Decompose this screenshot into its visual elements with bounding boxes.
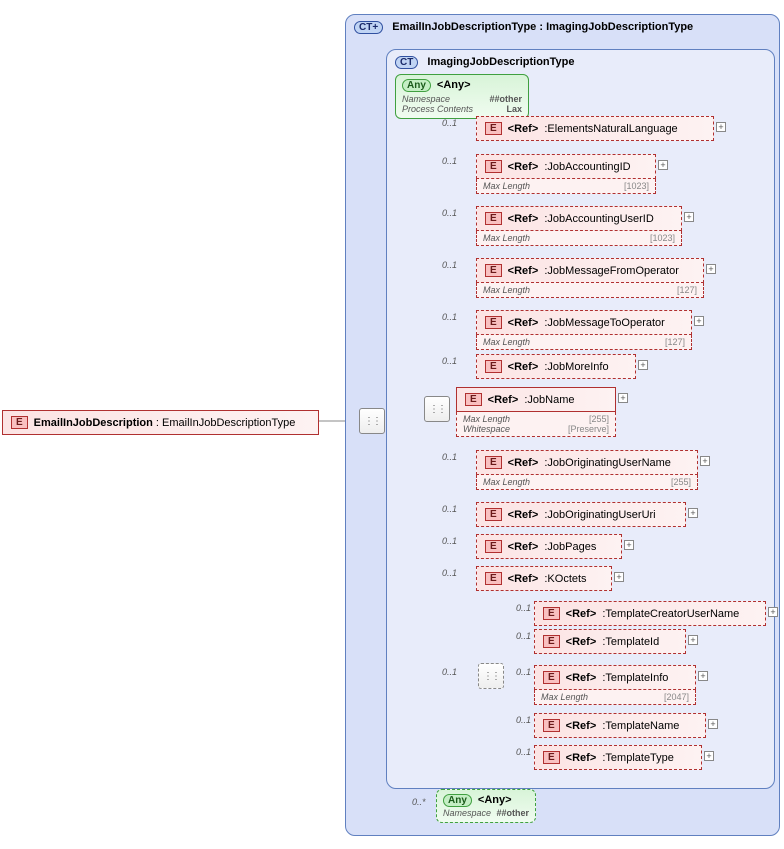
any-title: <Any> [437, 79, 471, 91]
expand-icon[interactable]: + [688, 635, 698, 645]
el-job-accounting-id[interactable]: E<Ref> : JobAccountingID Max Length[1023… [476, 154, 656, 194]
expand-icon[interactable]: + [708, 719, 718, 729]
any-badge: Any [402, 79, 431, 92]
expand-icon[interactable]: + [638, 360, 648, 370]
expand-icon[interactable]: + [768, 607, 778, 617]
el-elements-natural-language[interactable]: E <Ref> : ElementsNaturalLanguage [476, 116, 714, 141]
ct-badge: CT+ [354, 21, 383, 34]
root-element-label: EmailInJobDescription : EmailInJobDescri… [34, 417, 296, 429]
any-block: Any<Any> Namespace ##other Process Conte… [395, 74, 529, 119]
root-element[interactable]: E EmailInJobDescription : EmailInJobDesc… [2, 410, 319, 435]
el-job-more-info[interactable]: E<Ref> : JobMoreInfo [476, 354, 636, 379]
el-job-message-to-operator[interactable]: E<Ref> : JobMessageToOperator Max Length… [476, 310, 692, 350]
el-template-id[interactable]: E<Ref> : TemplateId [534, 629, 686, 654]
el-template-info[interactable]: E<Ref> : TemplateInfo Max Length[2047] [534, 665, 696, 705]
expand-icon[interactable]: + [618, 393, 628, 403]
diagram-canvas: E EmailInJobDescription : EmailInJobDesc… [0, 0, 784, 849]
expand-icon[interactable]: + [694, 316, 704, 326]
ct-inner-title: CT ImagingJobDescriptionType [395, 56, 768, 69]
expand-icon[interactable]: + [614, 572, 624, 582]
el-koctets[interactable]: E<Ref> : KOctets [476, 566, 612, 591]
expand-icon[interactable]: + [688, 508, 698, 518]
expand-icon[interactable]: + [700, 456, 710, 466]
expand-icon[interactable]: + [706, 264, 716, 274]
expand-icon[interactable]: + [698, 671, 708, 681]
element-badge: E [11, 416, 28, 429]
el-template-type[interactable]: E<Ref> : TemplateType [534, 745, 702, 770]
expand-icon[interactable]: + [658, 160, 668, 170]
sequence-template[interactable] [478, 663, 504, 689]
el-job-originating-user-uri[interactable]: E<Ref> : JobOriginatingUserUri [476, 502, 686, 527]
el-template-creator-user-name[interactable]: E<Ref> : TemplateCreatorUserName [534, 601, 766, 626]
el-job-message-from-operator[interactable]: E<Ref> : JobMessageFromOperator Max Leng… [476, 258, 704, 298]
expand-icon[interactable]: + [704, 751, 714, 761]
expand-icon[interactable]: + [624, 540, 634, 550]
el-job-pages[interactable]: E<Ref> : JobPages [476, 534, 622, 559]
el-template-name[interactable]: E<Ref> : TemplateName [534, 713, 706, 738]
ct-badge: CT [395, 56, 418, 69]
sequence-outer[interactable] [359, 408, 385, 434]
sequence-inner[interactable] [424, 396, 450, 422]
el-job-name[interactable]: E<Ref> : JobName Max Length[255] Whitesp… [456, 387, 616, 437]
ct-outer-title: CT+ EmailInJobDescriptionType : ImagingJ… [354, 21, 773, 34]
any-extension: Any<Any> Namespace ##other [436, 789, 536, 823]
expand-icon[interactable]: + [716, 122, 726, 132]
el-job-accounting-userid[interactable]: E<Ref> : JobAccountingUserID Max Length[… [476, 206, 682, 246]
expand-icon[interactable]: + [684, 212, 694, 222]
el-job-originating-user-name[interactable]: E<Ref> : JobOriginatingUserName Max Leng… [476, 450, 698, 490]
